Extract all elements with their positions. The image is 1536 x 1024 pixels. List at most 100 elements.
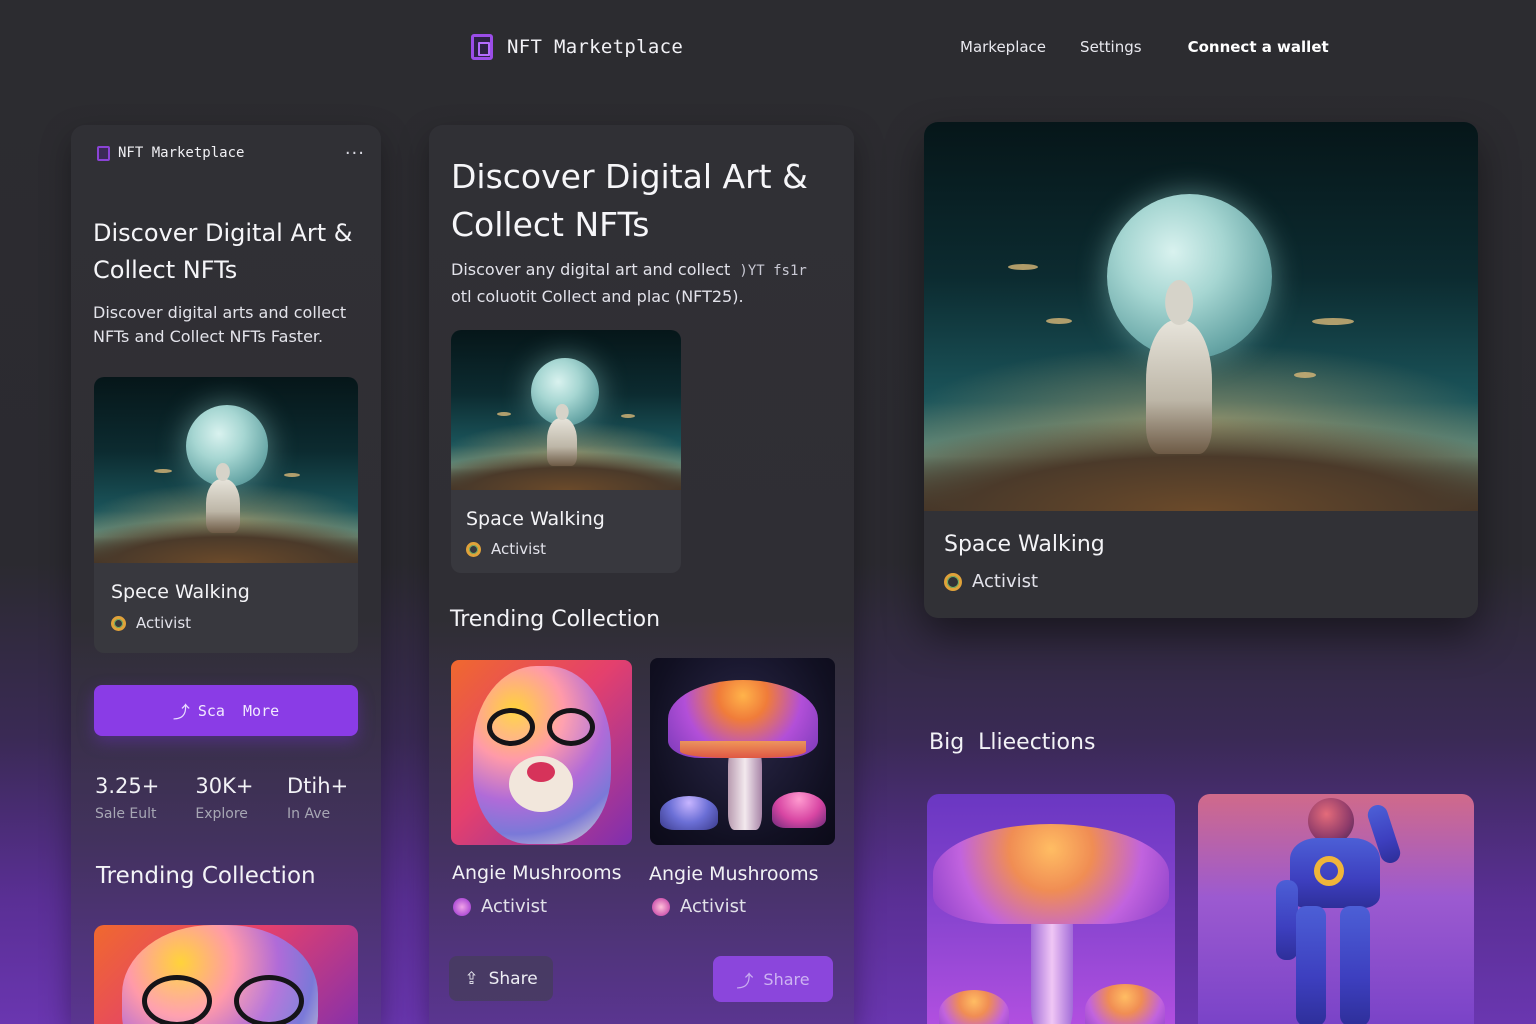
- left-panel-brand[interactable]: NFT Marketplace: [97, 145, 244, 161]
- nav-links: Markeplace Settings Connect a wallet: [960, 38, 1329, 56]
- stat-item: Dtih+ In Ave: [287, 774, 365, 822]
- nft-card-title: Spece Walking: [111, 581, 250, 603]
- trending-artwork-image: [650, 658, 835, 845]
- nft-artwork-image: [924, 122, 1478, 511]
- big-collections-title: Big Llieections: [929, 730, 1096, 755]
- sparkle-icon: ⤴: [172, 703, 190, 723]
- share-label: Share: [488, 968, 538, 989]
- nft-card-creator: Activist: [466, 540, 681, 558]
- glasses-shape: [234, 975, 304, 1024]
- nav-link-marketplace[interactable]: Markeplace: [960, 38, 1046, 56]
- mushroom-cap-shape: [933, 824, 1169, 924]
- collection-artwork-image[interactable]: [927, 794, 1175, 1024]
- walker-figure: [547, 418, 577, 466]
- trending-collection-title: Trending Collection: [450, 607, 661, 632]
- trending-collection-title: Trending Collection: [96, 863, 316, 889]
- nft-card-info: Spece Walking Activist: [94, 581, 358, 632]
- nft-artwork-image: [94, 377, 358, 563]
- share-button[interactable]: ⇪ Share: [449, 956, 553, 1001]
- mushroom-cap-shape: [1085, 984, 1165, 1024]
- creator-avatar-icon: [652, 897, 670, 916]
- hero-title-line: Collect NFTs: [93, 256, 238, 284]
- hero-title-line: Discover Digital Art &: [451, 157, 808, 196]
- trending-item-title: Angie Mushrooms: [452, 862, 622, 884]
- share-icon: ⇪: [464, 968, 479, 989]
- nft-card-title: Space Walking: [466, 508, 605, 530]
- hero-description-code: )YT fs1r: [739, 263, 807, 279]
- ufo-shape: [1008, 264, 1038, 270]
- connect-wallet-button[interactable]: Connect a wallet: [1188, 38, 1329, 56]
- mushroom-cap-shape: [660, 796, 718, 830]
- stat-label: Sale Eult: [95, 806, 157, 822]
- astronaut-badge-shape: [1314, 856, 1344, 886]
- mushroom-cap-shape: [939, 990, 1009, 1024]
- hero-title: Discover Digital Art & Collect NFTs: [451, 153, 808, 249]
- trending-item-creator: Activist: [652, 896, 746, 917]
- see-more-label: Sca More: [197, 701, 280, 720]
- trending-item-creator: Activist: [453, 896, 547, 917]
- featured-nft-card[interactable]: Space Walking Activist: [924, 122, 1478, 618]
- ufo-shape: [284, 473, 300, 477]
- trending-artwork-image[interactable]: [94, 925, 358, 1024]
- astronaut-leg-shape: [1296, 906, 1326, 1024]
- hero-title-line: Collect NFTs: [451, 205, 650, 244]
- stat-value: 3.25+: [95, 774, 160, 798]
- stat-value: Dtih+: [287, 774, 349, 798]
- nft-card-creator: Activist: [111, 614, 358, 632]
- nft-card-title: Space Walking: [944, 532, 1105, 557]
- brand-name: NFT Marketplace: [118, 145, 245, 161]
- stat-item: 30K+ Explore: [195, 774, 287, 822]
- share-button-primary[interactable]: ⤴ Share: [713, 956, 833, 1002]
- brand[interactable]: NFT Marketplace: [471, 34, 683, 60]
- hero-description: Discover digital arts and collect NFTs a…: [93, 301, 346, 349]
- ufo-shape: [621, 414, 635, 418]
- stat-item: 3.25+ Sale Eult: [95, 774, 195, 822]
- nav-link-settings[interactable]: Settings: [1080, 38, 1142, 56]
- dog-nose-shape: [527, 762, 555, 782]
- astronaut-arm-shape: [1276, 880, 1298, 960]
- trending-item[interactable]: Angie Mushrooms Activist: [649, 658, 835, 920]
- ufo-shape: [1046, 318, 1072, 324]
- ufo-shape: [1312, 318, 1354, 325]
- hero-description-line: otl coluotit Collect and plac (NFT25).: [451, 287, 744, 306]
- logo-icon: [97, 145, 110, 161]
- walker-figure: [206, 479, 240, 533]
- nft-card[interactable]: Spece Walking Activist: [94, 377, 358, 653]
- collection-artwork-image[interactable]: [1198, 794, 1474, 1024]
- stat-label: In Ave: [287, 806, 331, 822]
- hero-description-line: NFTs and Collect NFTs Faster.: [93, 327, 324, 346]
- top-navigation: NFT Marketplace Markeplace Settings Conn…: [0, 0, 1536, 96]
- stat-label: Explore: [195, 806, 248, 822]
- creator-avatar-icon: [466, 541, 481, 557]
- creator-name: Activist: [136, 614, 192, 632]
- dog-head-shape: [473, 666, 611, 844]
- nft-artwork-image: [451, 330, 681, 490]
- hero-description: Discover any digital art and collect )YT…: [451, 257, 807, 310]
- glasses-shape: [487, 708, 535, 746]
- trending-artwork-image: [451, 660, 632, 845]
- glasses-shape: [142, 975, 212, 1024]
- stats-row: 3.25+ Sale Eult 30K+ Explore Dtih+ In Av…: [95, 774, 365, 822]
- logo-icon: [471, 34, 493, 60]
- trending-item-title: Angie Mushrooms: [649, 863, 819, 885]
- creator-name: Activist: [481, 896, 548, 917]
- creator-name: Activist: [680, 896, 747, 917]
- walker-figure: [1146, 320, 1212, 454]
- glasses-shape: [547, 708, 595, 746]
- nft-card-info: Space Walking Activist: [924, 532, 1478, 592]
- more-icon[interactable]: ···: [345, 143, 365, 164]
- creator-avatar-icon: [111, 615, 126, 631]
- hero-title-line: Discover Digital Art &: [93, 219, 353, 247]
- creator-avatar-icon: [453, 897, 471, 916]
- nft-card[interactable]: Space Walking Activist: [451, 330, 681, 573]
- hero-description-line: Discover any digital art and collect )YT…: [451, 257, 807, 284]
- mushroom-cap-shape: [772, 792, 826, 828]
- see-more-button[interactable]: ⤴ Sca More: [94, 685, 358, 736]
- nft-card-creator: Activist: [944, 571, 1478, 592]
- hero-title: Discover Digital Art & Collect NFTs: [93, 215, 353, 289]
- brand-name: NFT Marketplace: [507, 36, 684, 58]
- creator-name: Activist: [972, 571, 1039, 592]
- trending-item[interactable]: Angie Mushrooms Activist: [451, 660, 632, 920]
- stat-value: 30K+: [195, 774, 254, 798]
- share-label: Share: [763, 969, 810, 989]
